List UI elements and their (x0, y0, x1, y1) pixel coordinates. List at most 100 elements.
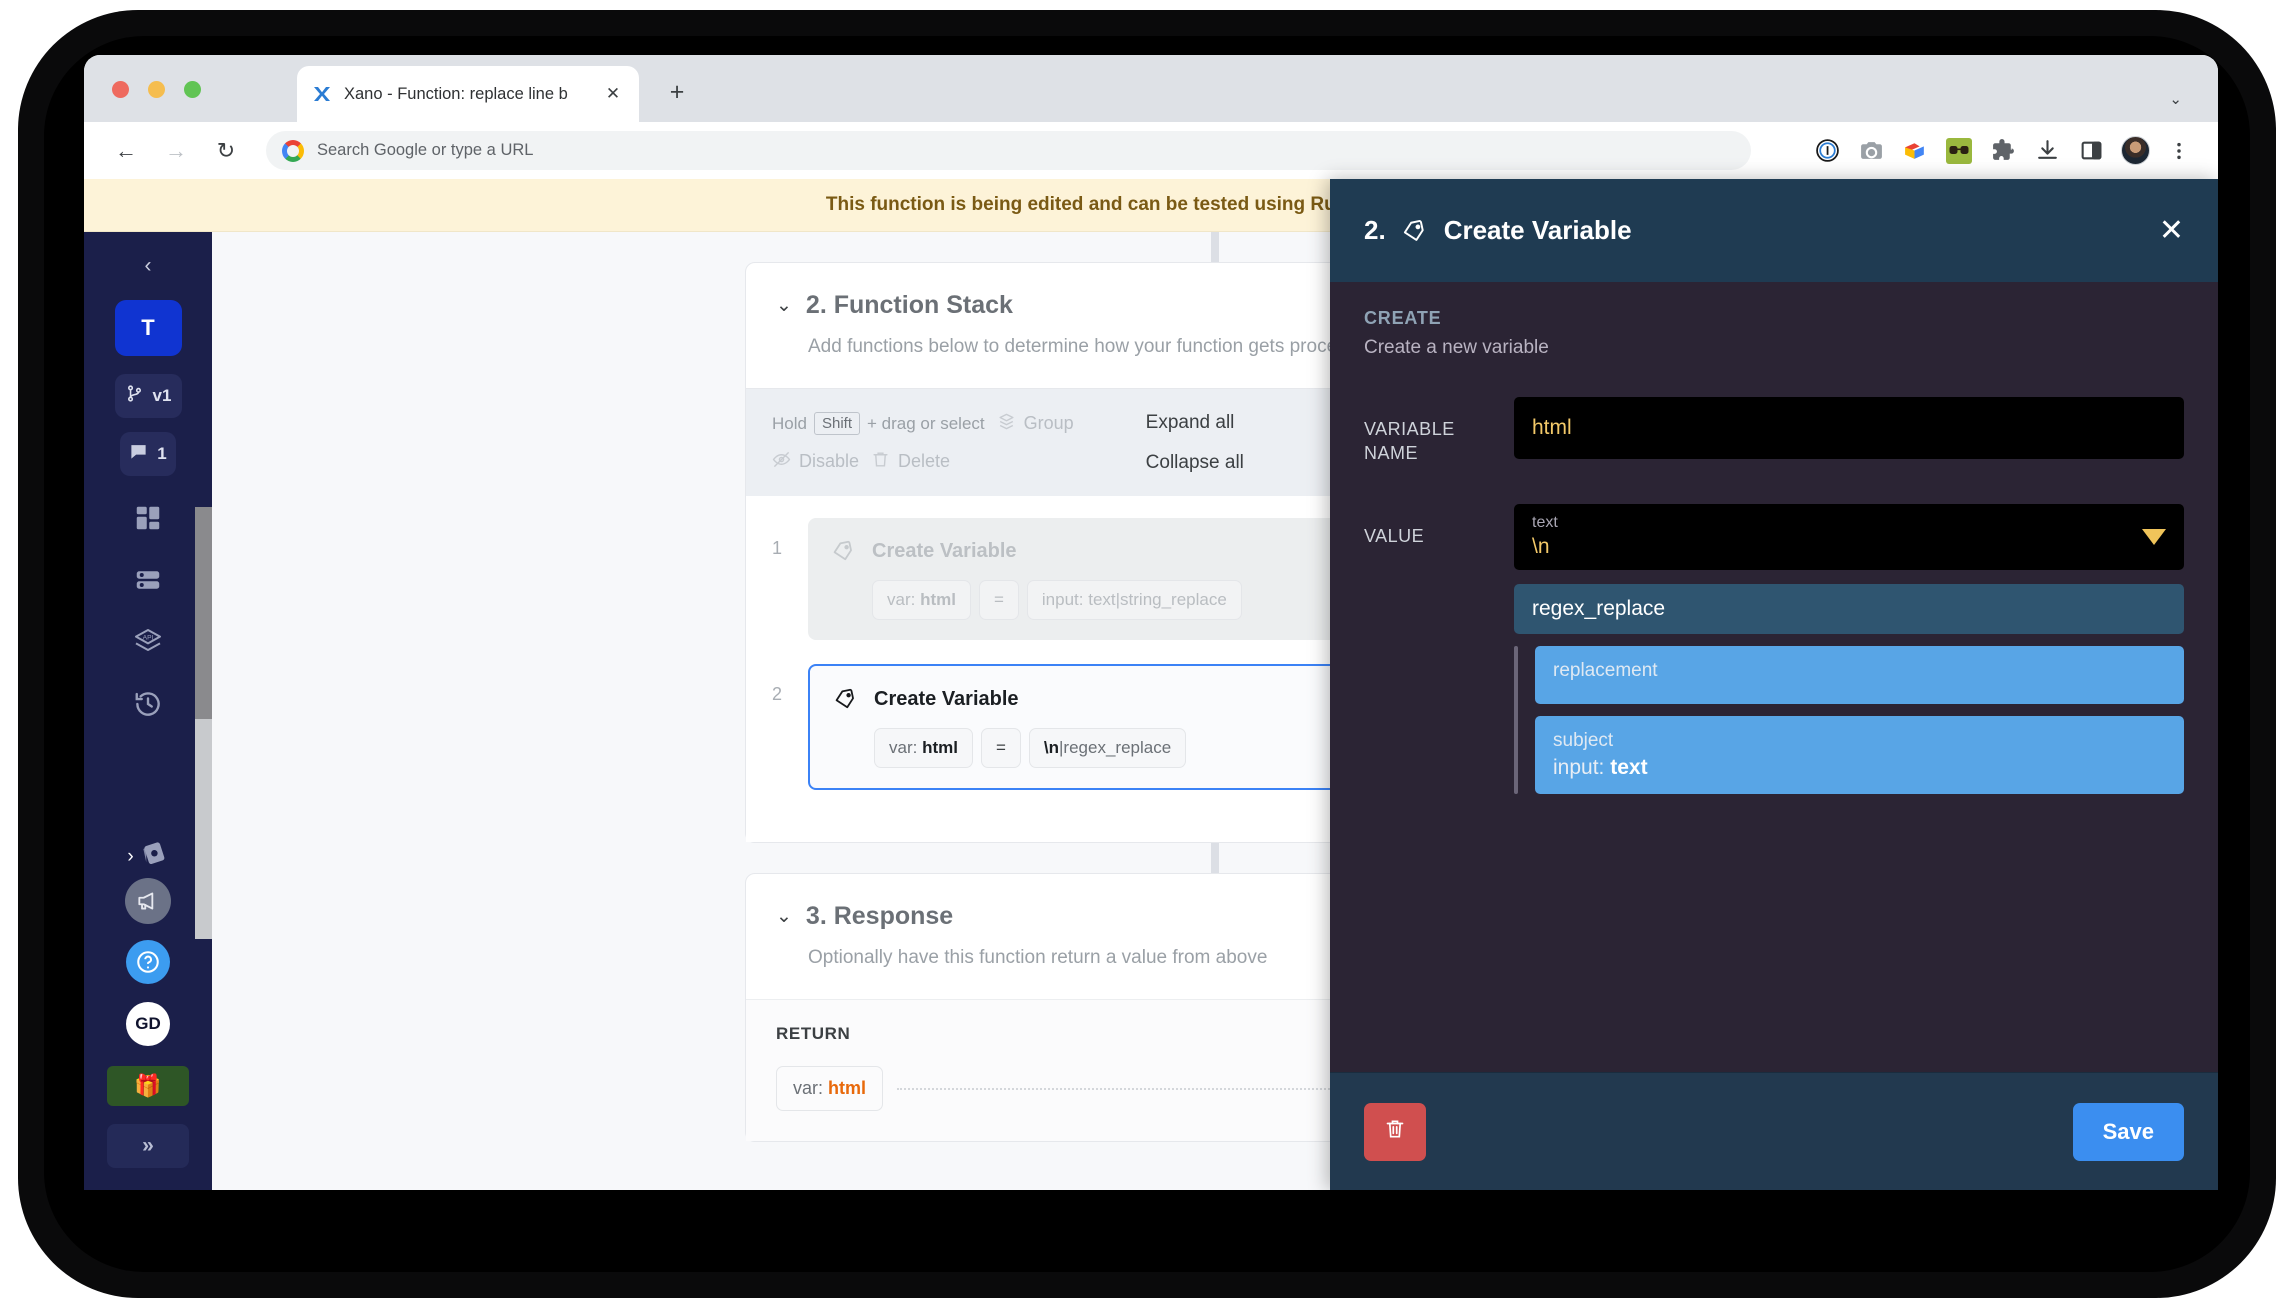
step-var-chip[interactable]: var: html (872, 580, 971, 620)
filter-args-rail (1514, 645, 1518, 794)
var-value: html (920, 590, 956, 609)
value-field-row: VALUE text \n (1364, 503, 2184, 570)
variable-name-label: VARIABLE NAME (1364, 419, 1455, 464)
profile-avatar-icon[interactable] (2118, 134, 2152, 168)
svg-text:API: API (143, 634, 154, 641)
step-expression-chip[interactable]: input: text|string_replace (1026, 580, 1242, 620)
delete-button[interactable]: Delete (871, 450, 950, 474)
forward-button[interactable]: → (156, 131, 196, 171)
settings-row[interactable]: › (127, 839, 168, 874)
expand-all-button[interactable]: Expand all (1146, 412, 1244, 434)
back-button[interactable]: ← (106, 131, 146, 171)
response-col-return: RETURN (776, 1024, 851, 1043)
tag-icon (1400, 217, 1428, 245)
reload-button[interactable]: ↻ (206, 131, 246, 171)
panel-body: CREATE Create a new variable VARIABLE NA… (1330, 282, 2218, 1072)
settings-cards-icon[interactable] (139, 839, 169, 874)
trash-icon (1383, 1117, 1407, 1146)
gift-icon[interactable]: 🎁 (107, 1066, 189, 1106)
panel-title: Create Variable (1443, 215, 1632, 245)
browser-tab[interactable]: Xano - Function: replace line b ✕ (297, 66, 639, 122)
return-key: var: (793, 1078, 824, 1098)
close-tab-icon[interactable]: ✕ (601, 84, 625, 104)
filter-arg-subject[interactable]: subject input: text (1535, 715, 2184, 794)
close-window-button[interactable] (112, 81, 129, 98)
chevron-down-icon[interactable]: ⌄ (776, 294, 792, 317)
shift-key-badge: Shift (813, 412, 860, 435)
variable-name-input[interactable]: html (1514, 397, 2184, 459)
filter-arg-value-text: text (1610, 755, 1648, 779)
expand-rail-icon[interactable]: › (127, 846, 133, 868)
return-value: html (828, 1078, 867, 1098)
dashboard-icon[interactable] (120, 490, 176, 546)
1password-icon[interactable] (1810, 134, 1844, 168)
bookmark-manager-icon[interactable] (1898, 134, 1932, 168)
api-icon[interactable]: API (120, 614, 176, 670)
section-connector-bottom (1211, 843, 1219, 873)
xano-x-icon (311, 83, 333, 105)
chevron-down-icon[interactable]: ⌄ (2169, 90, 2182, 108)
group-icon (997, 412, 1016, 436)
tag-icon (832, 686, 858, 712)
collapse-rail-icon[interactable]: ‹ (145, 254, 152, 278)
close-icon[interactable]: ✕ (2159, 213, 2184, 248)
browser-extension-icons (1810, 134, 2196, 168)
megaphone-icon[interactable] (125, 878, 171, 924)
history-icon[interactable] (120, 676, 176, 732)
filter-name[interactable]: regex_replace (1514, 583, 2184, 634)
delete-variable-button[interactable] (1364, 1102, 1426, 1161)
step-number: 1 (772, 538, 783, 558)
collapse-all-button[interactable]: Collapse all (1146, 452, 1244, 474)
comments-button[interactable]: 1 (120, 432, 176, 476)
rail-scrollbar[interactable] (195, 507, 212, 939)
chevron-down-icon[interactable] (2142, 528, 2166, 545)
response-return-chip[interactable]: var: html (776, 1066, 884, 1111)
value-type-label: text (1532, 513, 1558, 531)
kebab-menu-icon[interactable] (2162, 134, 2196, 168)
chevron-down-icon[interactable]: ⌄ (776, 905, 792, 928)
filter-arg-value: input: text (1553, 756, 2166, 780)
browser-toolbar: ← → ↻ Search Google or type a URL (84, 122, 2218, 179)
expression-filter: |regex_replace (1059, 738, 1172, 757)
step-name: Create Variable (874, 687, 1019, 710)
glasses-extension-icon[interactable] (1942, 134, 1976, 168)
save-button[interactable]: Save (2072, 1102, 2184, 1161)
step-name: Create Variable (872, 539, 1017, 562)
function-stack-title: 2. Function Stack (805, 291, 1013, 319)
branch-selector[interactable]: v1 (114, 374, 182, 418)
xano-app: This function is being edited and can be… (84, 179, 2218, 1190)
new-tab-button[interactable]: + (659, 74, 695, 110)
filter-arg-replacement[interactable]: replacement (1535, 645, 2184, 704)
browser-window: Xano - Function: replace line b ✕ + ⌄ ← … (84, 55, 2218, 1190)
step-var-chip[interactable]: var: html (874, 728, 973, 768)
left-icon-rail: ‹ T v1 1 API › GD 🎁 » (84, 232, 212, 1190)
minimize-window-button[interactable] (148, 81, 165, 98)
expand-more-icon[interactable]: » (107, 1124, 189, 1168)
download-icon[interactable] (2030, 134, 2064, 168)
browser-tab-strip: Xano - Function: replace line b ✕ + ⌄ (84, 55, 2218, 122)
hold-shift-hint: Hold Shift + drag or select (772, 412, 985, 435)
filter-arg-name: subject (1553, 729, 1614, 751)
filter-arguments: replacement subject input: text (1514, 645, 2184, 794)
value-input[interactable]: text \n (1514, 503, 2184, 570)
project-badge[interactable]: T (114, 300, 182, 356)
response-title: 3. Response (805, 902, 954, 930)
var-key: var: (889, 738, 918, 757)
branch-icon (125, 384, 144, 408)
camera-icon[interactable] (1854, 134, 1888, 168)
disable-button[interactable]: Disable (772, 450, 859, 474)
side-panel-icon[interactable] (2074, 134, 2108, 168)
trash-icon (871, 450, 890, 474)
puzzle-extensions-icon[interactable] (1986, 134, 2020, 168)
user-avatar[interactable]: GD (126, 1002, 170, 1046)
filter-arg-name: replacement (1553, 659, 1658, 681)
maximize-window-button[interactable] (184, 81, 201, 98)
address-bar[interactable]: Search Google or type a URL (266, 131, 1751, 170)
group-button[interactable]: Group (997, 412, 1074, 436)
database-icon[interactable] (120, 552, 176, 608)
value-label: VALUE (1364, 525, 1425, 546)
hold-suffix: + drag or select (866, 413, 985, 433)
step-expression-chip[interactable]: \n|regex_replace (1028, 728, 1187, 768)
help-icon[interactable] (126, 940, 170, 984)
google-icon (282, 139, 304, 162)
